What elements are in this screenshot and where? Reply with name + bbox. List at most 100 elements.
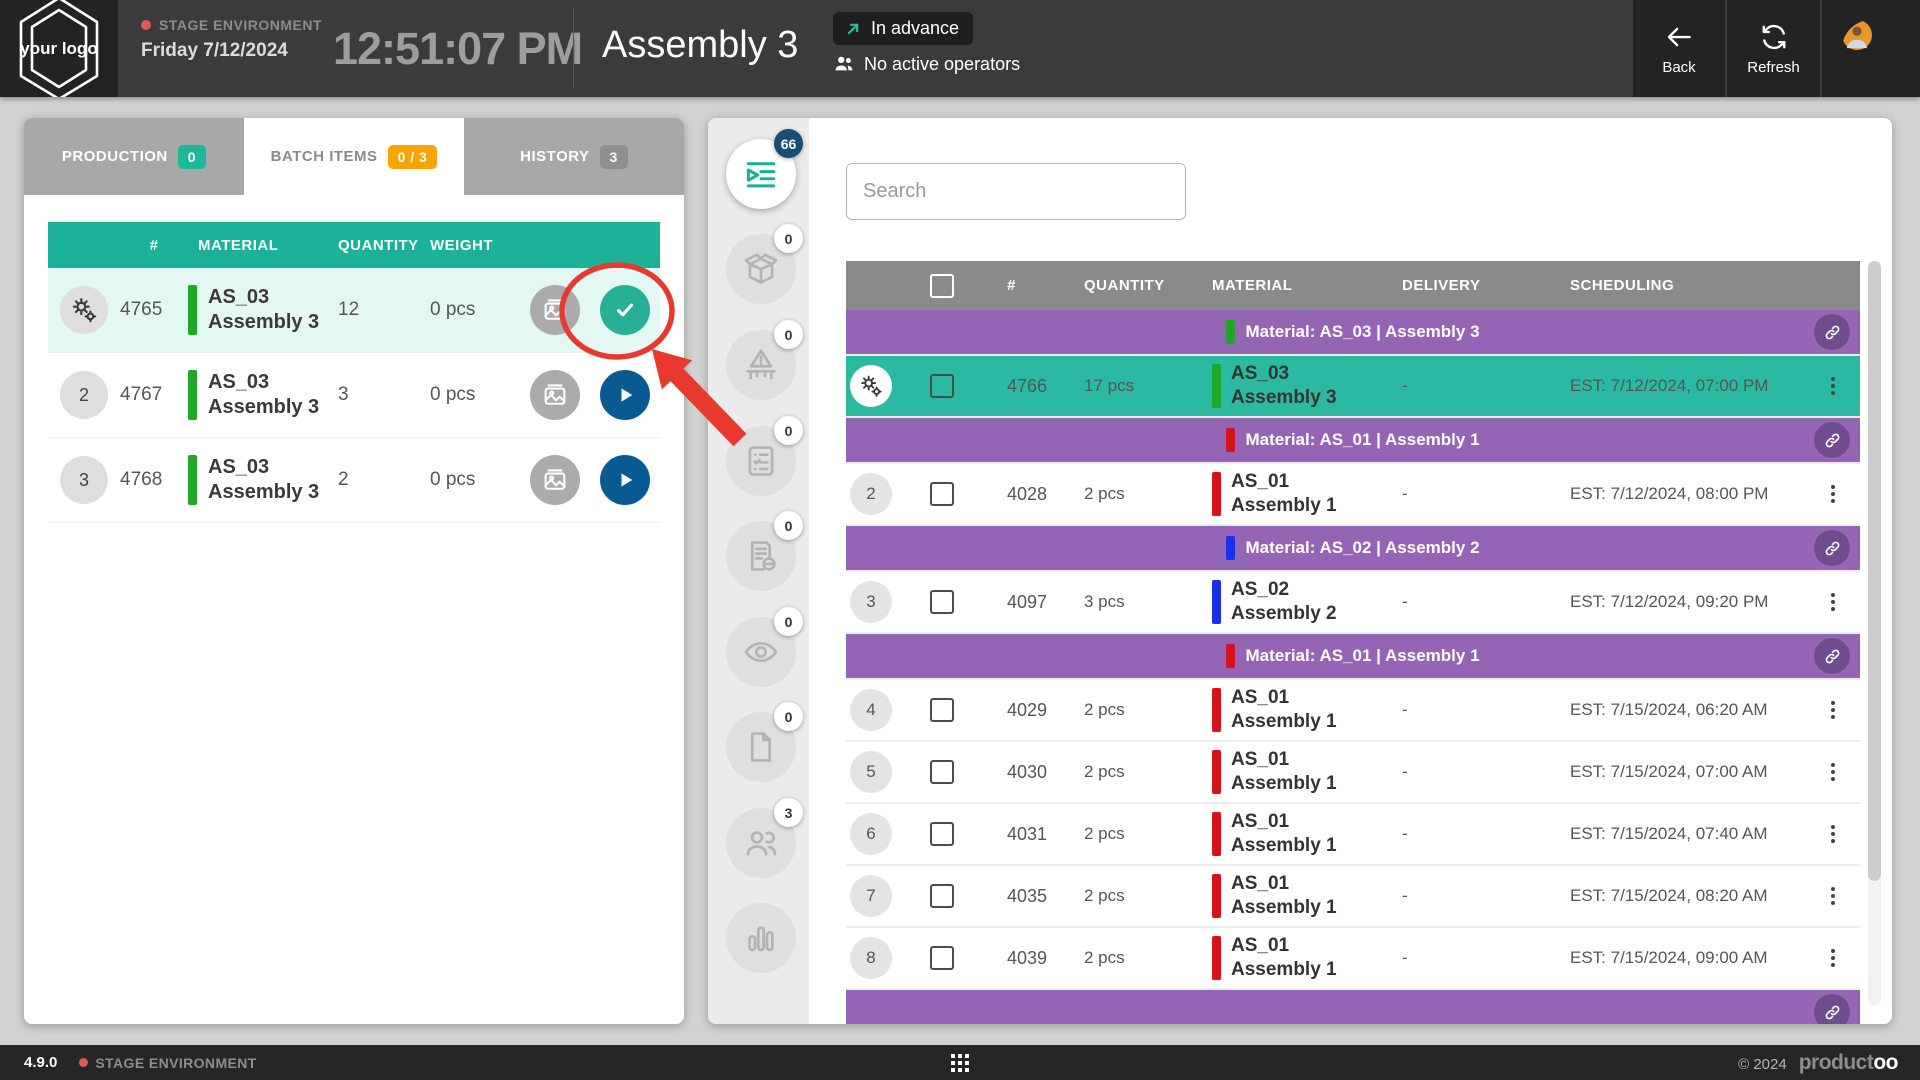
tab-production[interactable]: PRODUCTION0 [24, 118, 244, 195]
work-order-row[interactable]: 740352 pcsAS_01Assembly 1-EST: 7/15/2024… [846, 866, 1860, 926]
refresh-button[interactable]: Refresh [1727, 0, 1820, 97]
row-menu-button[interactable] [1806, 887, 1860, 905]
rail-item-document-sign[interactable]: 0 [726, 521, 796, 591]
row-number: 4039 [966, 948, 1080, 969]
work-order-row[interactable]: 440292 pcsAS_01Assembly 1-EST: 7/15/2024… [846, 680, 1860, 740]
environment-dot-icon [141, 20, 151, 30]
work-orders-panel: 660000003 # QUANTITY MATERIAL DELIVERY S… [708, 118, 1892, 1024]
row-delivery: - [1398, 762, 1566, 782]
row-menu-button[interactable] [1806, 377, 1860, 395]
batch-item-row[interactable]: 24767AS_03Assembly 330 pcs [48, 353, 660, 438]
rail-item-machine-warning[interactable]: 0 [726, 330, 796, 400]
team-icon [742, 824, 780, 862]
row-material-cell: AS_01Assembly 1 [1208, 748, 1398, 796]
row-delivery: - [1398, 592, 1566, 612]
row-scheduling: EST: 7/15/2024, 06:20 AM [1566, 700, 1806, 720]
work-order-row[interactable]: 540302 pcsAS_01Assembly 1-EST: 7/15/2024… [846, 742, 1860, 802]
batch-item-row[interactable]: 34768AS_03Assembly 320 pcs [48, 438, 660, 523]
row-scheduling: EST: 7/12/2024, 07:00 PM [1566, 376, 1806, 396]
material-code: AS_03 [208, 370, 319, 395]
work-order-row[interactable]: 340973 pcsAS_02Assembly 2-EST: 7/12/2024… [846, 572, 1860, 632]
row-checkbox[interactable] [930, 698, 954, 722]
row-checkbox[interactable] [930, 822, 954, 846]
group-link-button[interactable] [1814, 638, 1850, 674]
select-all-checkbox[interactable] [930, 274, 954, 298]
start-button[interactable] [600, 370, 650, 420]
work-order-row[interactable]: 476617 pcsAS_03Assembly 3-EST: 7/12/2024… [846, 356, 1860, 416]
search-input[interactable] [846, 163, 1186, 220]
rail-item-production-queue[interactable]: 66 [726, 139, 796, 209]
group-link-button[interactable] [1814, 530, 1850, 566]
apps-grid-button[interactable] [951, 1054, 969, 1072]
gears-icon [60, 286, 108, 334]
material-color-bar [1212, 874, 1221, 918]
material-color-bar [1212, 750, 1221, 794]
environment-label: STAGE ENVIRONMENT [159, 17, 322, 33]
tab-batch-items[interactable]: BATCH ITEMS0 / 3 [244, 118, 464, 195]
operators-status: No active operators [833, 53, 1020, 75]
row-quantity: 3 pcs [1080, 592, 1208, 612]
batch-panel-tabs: PRODUCTION0BATCH ITEMS0 / 3HISTORY3 [24, 118, 684, 195]
scrollbar-track[interactable] [1868, 261, 1881, 1006]
batch-item-row[interactable]: 4765AS_03Assembly 3120 pcs [48, 268, 660, 353]
row-menu-button[interactable] [1806, 485, 1860, 503]
material-text: AS_01Assembly 1 [1231, 686, 1337, 734]
rail-item-bar-chart[interactable] [726, 903, 796, 973]
image-button[interactable] [530, 455, 580, 505]
footer-environment-label: STAGE ENVIRONMENT [95, 1055, 256, 1071]
work-order-row[interactable]: 240282 pcsAS_01Assembly 1-EST: 7/12/2024… [846, 464, 1860, 524]
material-code: AS_01 [1231, 470, 1337, 494]
row-menu-button[interactable] [1806, 593, 1860, 611]
rail-item-package-box[interactable]: 0 [726, 234, 796, 304]
row-material-cell: AS_01Assembly 1 [1208, 470, 1398, 518]
batch-table-header: # MATERIAL QUANTITY WEIGHT [48, 222, 660, 268]
back-button[interactable]: Back [1633, 0, 1725, 97]
row-checkbox[interactable] [930, 374, 954, 398]
material-name: Assembly 3 [208, 480, 319, 505]
material-name: Assembly 3 [208, 395, 319, 420]
row-checkbox[interactable] [930, 760, 954, 784]
image-button[interactable] [530, 285, 580, 335]
rail-item-eye[interactable]: 0 [726, 617, 796, 687]
row-number: 4030 [966, 762, 1080, 783]
row-checkbox[interactable] [930, 482, 954, 506]
rail-count-badge: 0 [774, 511, 803, 540]
status-badge: In advance [833, 12, 973, 45]
material-text: AS_01Assembly 1 [1231, 748, 1337, 796]
group-link-button[interactable] [1814, 314, 1850, 350]
row-delivery: - [1398, 886, 1566, 906]
scrollbar-thumb[interactable] [1868, 261, 1881, 881]
work-order-row[interactable]: 840392 pcsAS_01Assembly 1-EST: 7/15/2024… [846, 928, 1860, 988]
row-menu-button[interactable] [1806, 701, 1860, 719]
user-avatar-button[interactable] [1822, 0, 1920, 97]
row-menu-button[interactable] [1806, 763, 1860, 781]
confirm-button[interactable] [600, 285, 650, 335]
rail-item-checklist[interactable]: 0 [726, 426, 796, 496]
image-button[interactable] [530, 370, 580, 420]
tab-history[interactable]: HISTORY3 [464, 118, 684, 195]
material-code: AS_01 [1231, 872, 1337, 896]
material-color-bar [1212, 364, 1221, 408]
page-title: Assembly 3 [602, 24, 798, 67]
item-order-number: 3 [60, 456, 108, 504]
image-button-cell [520, 285, 590, 335]
row-checkbox[interactable] [930, 884, 954, 908]
row-menu-button[interactable] [1806, 949, 1860, 967]
row-menu-button[interactable] [1806, 825, 1860, 843]
col-quantity: QUANTITY [338, 237, 424, 254]
group-link-button[interactable] [1814, 422, 1850, 458]
action-button-cell [590, 455, 660, 505]
work-order-row[interactable]: 640312 pcsAS_01Assembly 1-EST: 7/15/2024… [846, 804, 1860, 864]
row-number: 4028 [966, 484, 1080, 505]
document-sign-icon [742, 537, 780, 575]
row-scheduling: EST: 7/12/2024, 08:00 PM [1566, 484, 1806, 504]
group-link-button[interactable] [1814, 994, 1850, 1024]
row-scheduling: EST: 7/15/2024, 07:00 AM [1566, 762, 1806, 782]
rail-item-document[interactable]: 0 [726, 712, 796, 782]
start-button[interactable] [600, 455, 650, 505]
bar-chart-icon [742, 919, 780, 957]
material-color-bar [1212, 812, 1221, 856]
row-checkbox[interactable] [930, 590, 954, 614]
rail-item-team[interactable]: 3 [726, 808, 796, 878]
row-checkbox[interactable] [930, 946, 954, 970]
